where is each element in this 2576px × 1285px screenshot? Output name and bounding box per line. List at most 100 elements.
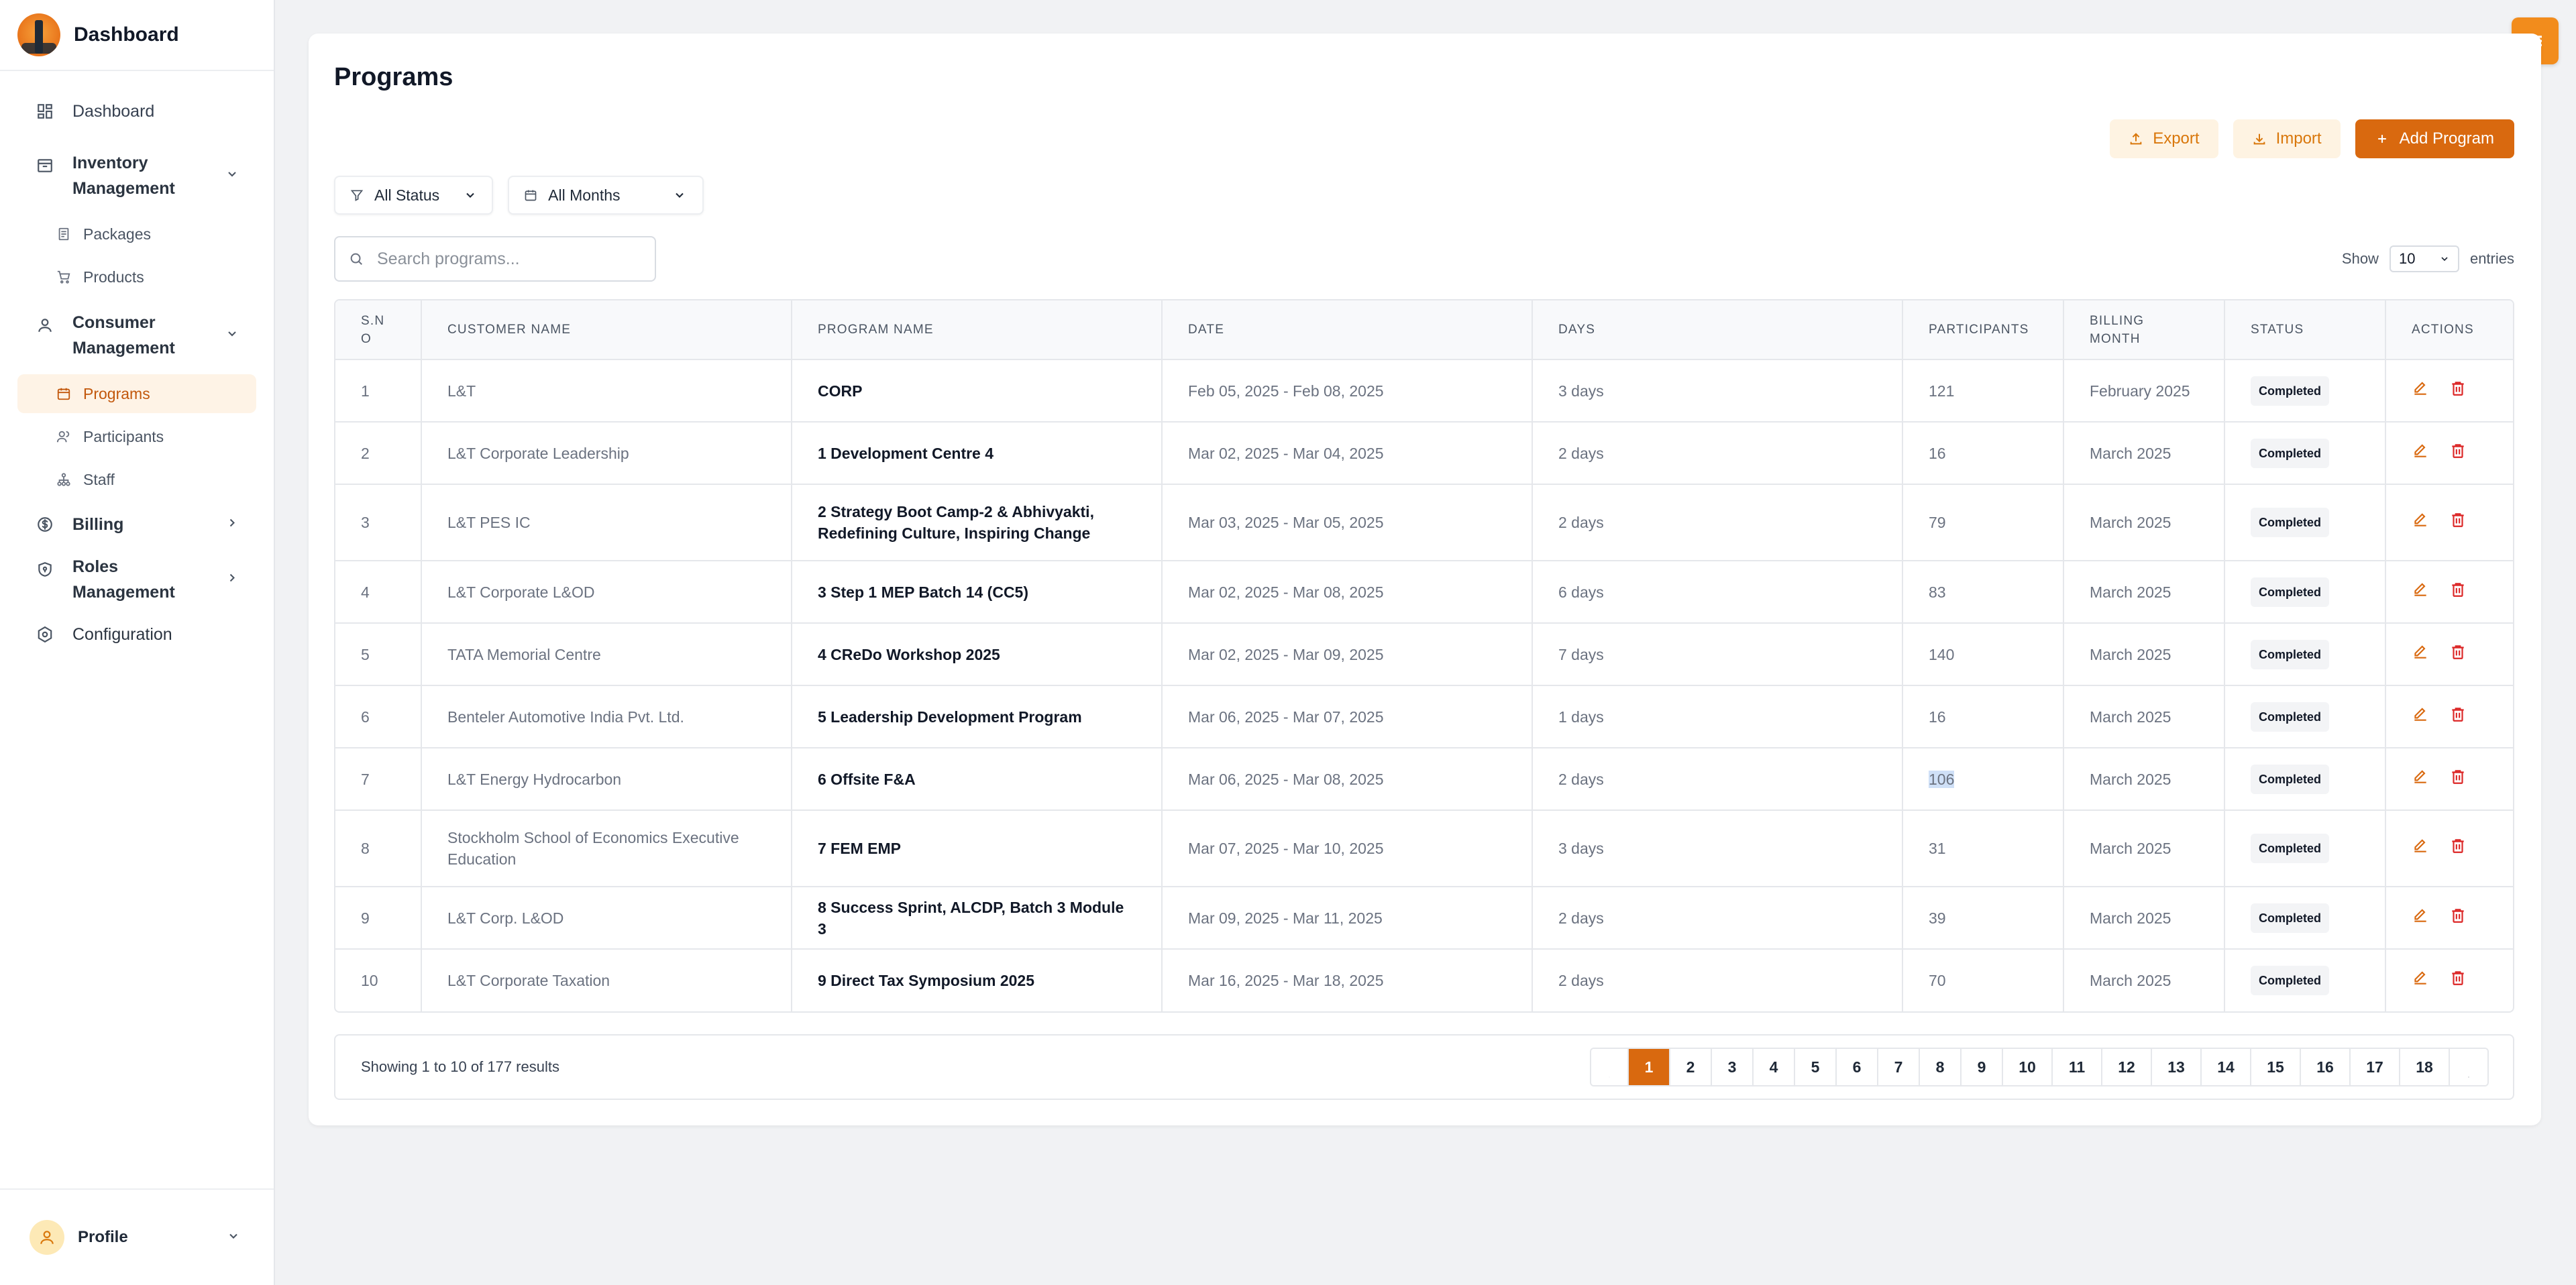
sidebar-item-billing[interactable]: Billing (17, 504, 256, 545)
add-program-button[interactable]: Add Program (2355, 119, 2514, 158)
delete-icon[interactable] (2449, 706, 2467, 728)
sidebar-item-roles-management[interactable]: Roles Management (17, 545, 256, 614)
col-days[interactable]: DAYS (1532, 300, 1903, 360)
cell-days: 6 days (1532, 561, 1903, 624)
col-customer-name[interactable]: CUSTOMER NAME (421, 300, 792, 360)
cell-customer: L&T Corporate Leadership (421, 422, 792, 485)
edit-icon[interactable] (2412, 907, 2429, 930)
page-button[interactable]: 14 (2202, 1049, 2251, 1085)
page-button[interactable]: 8 (1920, 1049, 1962, 1085)
page-button[interactable]: 12 (2102, 1049, 2152, 1085)
status-badge: Completed (2251, 966, 2330, 995)
cell-actions (2385, 561, 2513, 624)
filter-icon (350, 190, 364, 201)
export-button[interactable]: Export (2110, 119, 2218, 158)
cell-program: CORP (792, 359, 1163, 423)
search-input[interactable] (377, 249, 645, 269)
page-button[interactable]: 5 (1795, 1049, 1837, 1085)
page-button[interactable]: 16 (2301, 1049, 2351, 1085)
shield-icon (35, 559, 55, 579)
prev-page-button[interactable] (1591, 1049, 1629, 1085)
edit-icon[interactable] (2412, 380, 2429, 402)
page-button[interactable]: 18 (2400, 1049, 2450, 1085)
delete-icon[interactable] (2449, 643, 2467, 666)
edit-icon[interactable] (2412, 969, 2429, 992)
sidebar-item-consumer-management[interactable]: Consumer Management (17, 300, 256, 370)
page-button[interactable]: 15 (2251, 1049, 2301, 1085)
cell-status: Completed (2224, 623, 2386, 686)
import-button[interactable]: Import (2233, 119, 2341, 158)
page-button[interactable]: 6 (1837, 1049, 1878, 1085)
edit-icon[interactable] (2412, 442, 2429, 465)
brand[interactable]: Dashboard (0, 0, 274, 71)
cell-actions (2385, 949, 2513, 1011)
page-button[interactable]: 7 (1878, 1049, 1920, 1085)
delete-icon[interactable] (2449, 907, 2467, 930)
add-program-label: Add Program (2399, 129, 2494, 148)
sidebar-item-configuration[interactable]: Configuration (17, 614, 256, 655)
edit-icon[interactable] (2412, 511, 2429, 534)
entries-select[interactable]: 10 (2389, 245, 2459, 272)
delete-icon[interactable] (2449, 511, 2467, 534)
export-label: Export (2153, 129, 2200, 148)
page-button[interactable]: 2 (1670, 1049, 1712, 1085)
table-row: 10 L&T Corporate Taxation 9 Direct Tax Sym… (335, 949, 2513, 1011)
sidebar-item-label: Configuration (72, 624, 172, 644)
col-status[interactable]: STATUS (2224, 300, 2386, 360)
table-row: 2 L&T Corporate Leadership 1 Development C… (335, 422, 2513, 485)
edit-icon[interactable] (2412, 768, 2429, 791)
sidebar-subitem-packages[interactable]: Packages (17, 215, 256, 254)
sidebar-item-dashboard[interactable]: Dashboard (17, 91, 256, 131)
page-button[interactable]: 11 (2053, 1049, 2102, 1085)
cell-days: 3 days (1532, 359, 1903, 423)
edit-icon[interactable] (2412, 706, 2429, 728)
page-button[interactable]: 13 (2152, 1049, 2202, 1085)
sidebar-subitem-participants[interactable]: Participants (17, 417, 256, 456)
cell-program: 9 Direct Tax Symposium 2025 (792, 949, 1163, 1011)
delete-icon[interactable] (2449, 969, 2467, 992)
col-program-name[interactable]: PROGRAM NAME (792, 300, 1163, 360)
delete-icon[interactable] (2449, 837, 2467, 860)
cell-billing: March 2025 (2063, 623, 2225, 686)
edit-icon[interactable] (2412, 837, 2429, 860)
cell-participants: 106 (1902, 748, 2064, 811)
cell-customer: L&T Corp. L&OD (421, 887, 792, 950)
page-button[interactable]: 9 (1962, 1049, 2003, 1085)
sidebar-subitem-label: Programs (83, 384, 150, 402)
status-filter[interactable]: All Status (334, 176, 494, 215)
cell-program: 7 FEM EMP (792, 810, 1163, 887)
users-icon (55, 428, 72, 445)
col-sno[interactable]: S.N O (335, 300, 422, 360)
delete-icon[interactable] (2449, 442, 2467, 465)
sidebar-subitem-programs[interactable]: Programs (17, 374, 256, 413)
sidebar-subitem-staff[interactable]: Staff (17, 460, 256, 499)
col-date[interactable]: DATE (1162, 300, 1533, 360)
page-button[interactable]: 4 (1754, 1049, 1795, 1085)
edit-icon[interactable] (2412, 643, 2429, 666)
col-participants[interactable]: PARTICIPANTS (1902, 300, 2064, 360)
page-button[interactable]: 10 (2003, 1049, 2053, 1085)
sidebar-item-inventory-management[interactable]: Inventory Management (17, 141, 256, 211)
table-row: 8 Stockholm School of Economics Executive… (335, 810, 2513, 887)
next-page-button[interactable] (2450, 1049, 2487, 1085)
logo (17, 13, 60, 56)
delete-icon[interactable] (2449, 768, 2467, 791)
page-button[interactable]: 3 (1712, 1049, 1754, 1085)
month-filter[interactable]: All Months (508, 176, 704, 215)
document-icon (55, 225, 72, 243)
delete-icon[interactable] (2449, 581, 2467, 604)
profile-menu[interactable]: Profile (0, 1188, 274, 1285)
page-button[interactable]: 1 (1629, 1049, 1670, 1085)
cell-date: Mar 03, 2025 - Mar 05, 2025 (1162, 484, 1533, 561)
cell-date: Mar 16, 2025 - Mar 18, 2025 (1162, 949, 1533, 1011)
user-icon (35, 315, 55, 335)
delete-icon[interactable] (2449, 380, 2467, 402)
col-billing-month[interactable]: BILLING MONTH (2063, 300, 2225, 360)
cell-participants: 79 (1902, 484, 2064, 561)
archive-icon (35, 156, 55, 176)
cell-billing: March 2025 (2063, 949, 2225, 1011)
col-actions: ACTIONS (2385, 300, 2513, 360)
sidebar-subitem-products[interactable]: Products (17, 258, 256, 296)
page-button[interactable]: 17 (2351, 1049, 2400, 1085)
edit-icon[interactable] (2412, 581, 2429, 604)
